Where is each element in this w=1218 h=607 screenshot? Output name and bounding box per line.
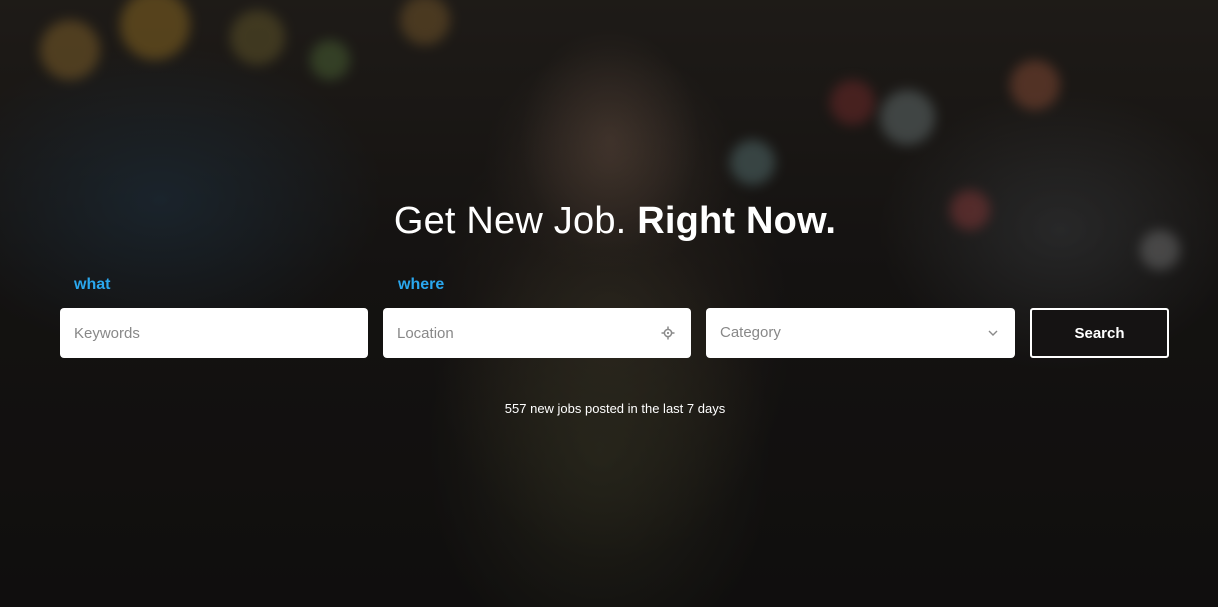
location-input[interactable]: [383, 308, 691, 358]
location-field-wrapper: [383, 308, 691, 358]
jobs-stats-text: 557 new jobs posted in the last 7 days: [504, 401, 726, 416]
hero-content: Get New Job. Right Now. what where Categ…: [0, 0, 1218, 607]
crosshair-icon[interactable]: [661, 326, 675, 340]
chevron-down-icon: [988, 330, 998, 336]
what-label: what: [74, 276, 111, 293]
category-select-value: Category: [720, 324, 781, 341]
keywords-field-wrapper: [60, 308, 368, 358]
where-label: where: [398, 276, 445, 293]
headline-light: Get New Job.: [393, 200, 627, 242]
hero-section: Get New Job. Right Now. what where Categ…: [0, 0, 1218, 607]
headline-bold: Right Now.: [637, 200, 837, 242]
search-button[interactable]: Search: [1030, 308, 1169, 358]
keywords-input[interactable]: [60, 308, 368, 358]
category-select[interactable]: Category: [706, 308, 1015, 358]
page-title: Get New Job. Right Now.: [0, 198, 1218, 244]
